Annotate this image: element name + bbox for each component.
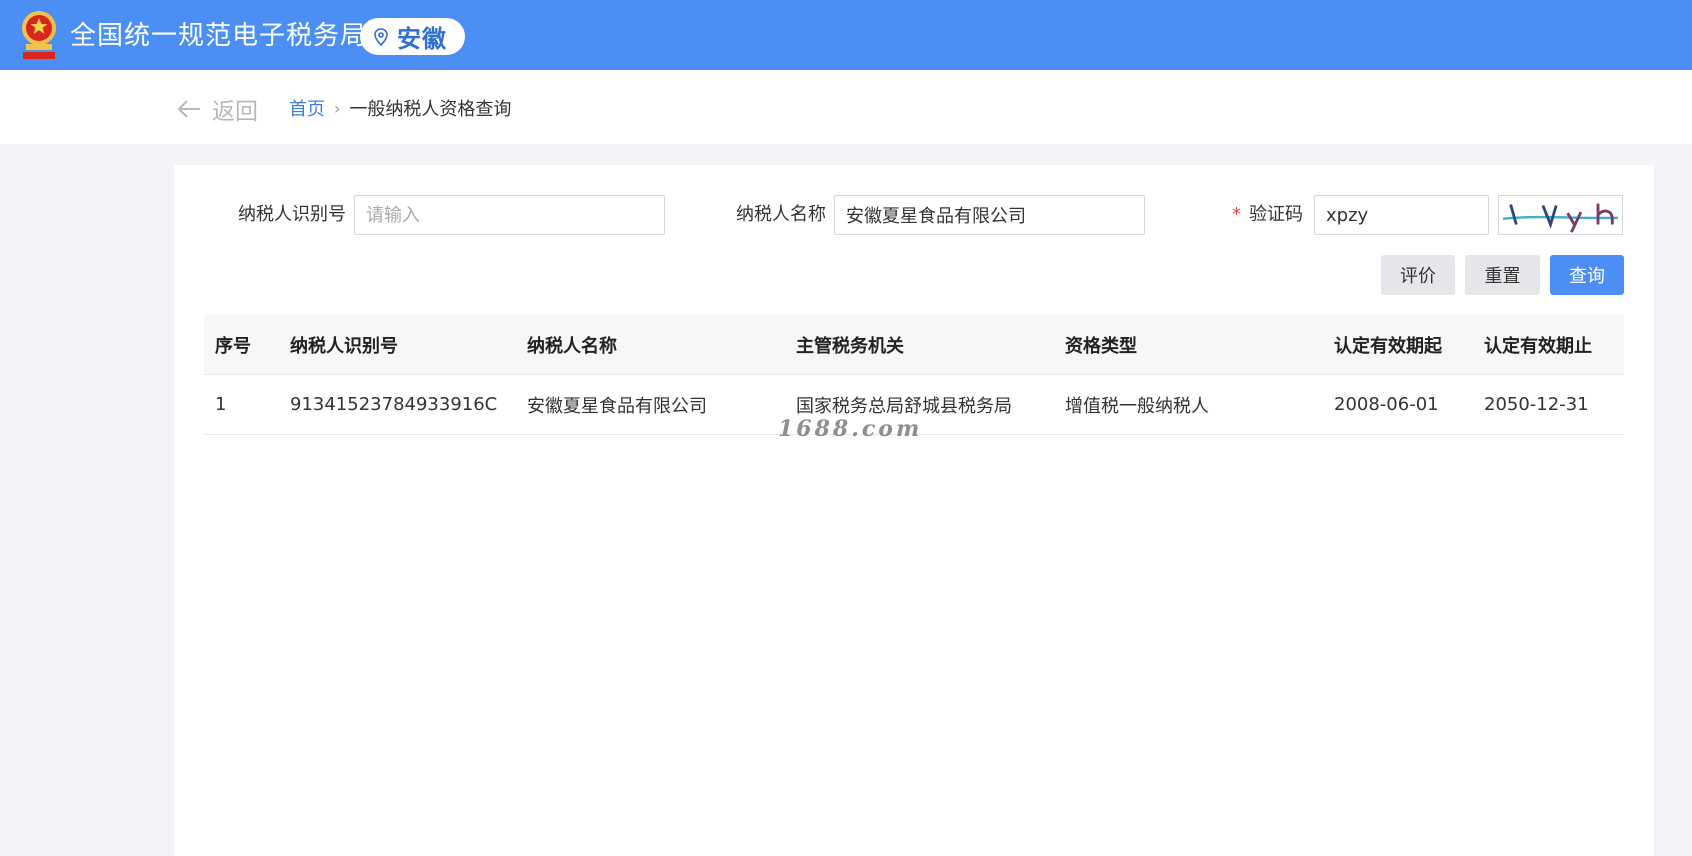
taxpayer-id-input[interactable]	[354, 195, 665, 235]
table-cell: 安徽夏星食品有限公司	[527, 395, 707, 417]
required-mark: *	[1232, 204, 1241, 225]
captcha-label: * 验证码	[1232, 195, 1303, 235]
breadcrumb-home-link[interactable]: 首页	[289, 95, 325, 121]
region-selector[interactable]: 安徽	[360, 18, 465, 55]
captcha-label-text: 验证码	[1249, 204, 1303, 225]
table-cell: 2050-12-31	[1484, 394, 1589, 415]
evaluate-button[interactable]: 评价	[1381, 255, 1455, 295]
table-cell: 国家税务总局舒城县税务局	[796, 395, 1012, 417]
breadcrumb-bar: 返回 首页 › 一般纳税人资格查询	[0, 70, 1692, 144]
site-title: 全国统一规范电子税务局	[70, 21, 368, 51]
taxpayer-name-input[interactable]	[834, 195, 1145, 235]
table-header: 序号 纳税人识别号 纳税人名称 主管税务机关 资格类型 认定有效期起 认定有效期…	[204, 315, 1624, 375]
national-emblem-icon	[22, 11, 56, 59]
header-cell-index: 序号	[215, 335, 251, 357]
breadcrumb: 首页 › 一般纳税人资格查询	[289, 95, 511, 121]
arrow-left-icon	[177, 100, 200, 118]
taxpayer-name-label: 纳税人名称	[736, 204, 826, 225]
header-cell-valid-from: 认定有效期起	[1334, 335, 1442, 357]
captcha-image[interactable]	[1498, 195, 1623, 235]
breadcrumb-separator: ›	[334, 98, 341, 118]
header-cell-valid-to: 认定有效期止	[1484, 335, 1592, 357]
watermark: 1688.com	[778, 416, 923, 442]
table-cell: 91341523784933916C	[290, 394, 498, 415]
table-cell: 1	[215, 394, 227, 415]
table-cell: 增值税一般纳税人	[1065, 395, 1209, 417]
header-cell-tax-authority: 主管税务机关	[796, 335, 904, 357]
back-label: 返回	[212, 99, 258, 125]
header-cell-qualification-type: 资格类型	[1065, 335, 1137, 357]
header-cell-taxpayer-name: 纳税人名称	[527, 335, 617, 357]
query-panel: 纳税人识别号 纳税人名称 * 验证码 评价 重置 查询 序号 纳税人识别号 纳税人…	[174, 165, 1654, 856]
query-button[interactable]: 查询	[1550, 255, 1624, 295]
table-cell: 2008-06-01	[1334, 394, 1439, 415]
header-cell-taxpayer-id: 纳税人识别号	[290, 335, 398, 357]
top-header: 全国统一规范电子税务局 安徽	[0, 0, 1692, 70]
breadcrumb-current: 一般纳税人资格查询	[349, 99, 512, 120]
captcha-input[interactable]	[1314, 195, 1489, 235]
region-label: 安徽	[397, 25, 447, 53]
location-pin-icon	[374, 27, 388, 46]
back-button[interactable]: 返回	[176, 92, 258, 126]
reset-button[interactable]: 重置	[1465, 255, 1540, 295]
taxpayer-id-label: 纳税人识别号	[238, 204, 346, 225]
